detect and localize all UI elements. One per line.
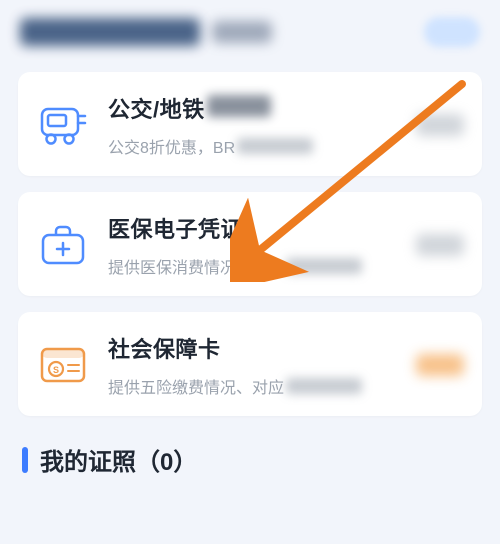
svg-text:S: S <box>53 365 59 375</box>
card-action-button[interactable] <box>416 354 464 376</box>
header-title-blurred <box>20 18 200 46</box>
card-bus-metro[interactable]: 公交/地铁 公交8折优惠，BR <box>18 72 482 176</box>
bus-icon <box>36 98 90 152</box>
card-title: 公交/地铁 <box>108 92 205 124</box>
medical-kit-icon <box>36 218 90 272</box>
section-accent-bar <box>22 447 28 473</box>
card-content: 社会保障卡 提供五险缴费情况、对应 <box>108 332 398 398</box>
card-social-security[interactable]: S 社会保障卡 提供五险缴费情况、对应 <box>18 312 482 416</box>
header-subtitle-blurred <box>212 21 272 43</box>
card-title: 医保电子凭证 <box>108 212 243 244</box>
card-action-button[interactable] <box>416 234 464 256</box>
card-list: 公交/地铁 公交8折优惠，BR 医保电子凭证 提供医保消费情况 <box>0 64 500 416</box>
header-action-button[interactable] <box>424 17 480 47</box>
card-description: 提供五险缴费情况、对应 <box>108 374 398 398</box>
title-blur-suffix <box>207 95 271 117</box>
page-header <box>0 0 500 64</box>
card-medical-voucher[interactable]: 医保电子凭证 提供医保消费情况、对应 <box>18 192 482 296</box>
card-action-button[interactable] <box>416 114 464 136</box>
card-content: 医保电子凭证 提供医保消费情况、对应 <box>108 212 398 278</box>
card-description: 公交8折优惠，BR <box>108 134 398 158</box>
section-my-certificates: 我的证照（0） <box>0 416 500 477</box>
card-description: 提供医保消费情况、对应 <box>108 254 398 278</box>
desc-blur-suffix <box>237 138 313 154</box>
card-content: 公交/地铁 公交8折优惠，BR <box>108 92 398 158</box>
desc-blur-suffix <box>286 258 362 274</box>
section-title: 我的证照（0） <box>40 442 197 477</box>
card-title: 社会保障卡 <box>108 332 221 364</box>
social-security-card-icon: S <box>36 338 90 392</box>
desc-blur-suffix <box>286 378 362 394</box>
